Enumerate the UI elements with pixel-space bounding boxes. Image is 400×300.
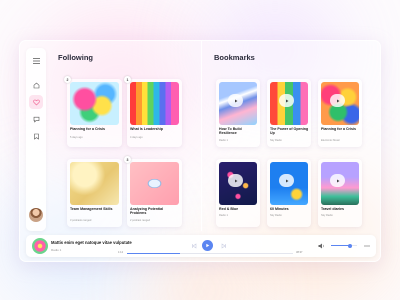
sidebar: [26, 48, 46, 231]
card-title: Planning for a Crisis: [321, 127, 356, 131]
volume-icon[interactable]: [316, 240, 327, 251]
volume-slider[interactable]: [331, 243, 357, 248]
elapsed-time: 1:12: [118, 251, 124, 254]
play-icon[interactable]: [228, 174, 243, 187]
track-artist: Radio 1: [51, 248, 62, 252]
play-icon[interactable]: [279, 94, 294, 107]
play-icon[interactable]: [228, 94, 243, 107]
card-thumbnail: [130, 162, 179, 205]
progress-bar[interactable]: [127, 252, 293, 254]
card-subtitle: Sky Radio: [270, 139, 282, 142]
bookmark-card[interactable]: Planning for a Crisis Electronic Music: [318, 79, 362, 147]
card-badge: 2: [64, 76, 71, 83]
app-window: Following 2 Planning for a Crisis 5 days…: [19, 40, 381, 262]
bookmark-card[interactable]: How To Build Resilience Radio 1: [216, 79, 260, 147]
card-title: What Is Leadership: [130, 127, 163, 131]
progress-fill: [127, 252, 181, 254]
bookmark-card[interactable]: 60 Minutes Sky Radio: [267, 159, 311, 227]
card-subtitle: Radio 1: [219, 139, 228, 142]
card-subtitle: 5 days ago: [70, 136, 83, 139]
next-icon[interactable]: [218, 240, 229, 251]
following-card[interactable]: Team Management Skills 3 podcasts ranged: [67, 159, 122, 227]
card-title: Travel diaries: [321, 207, 344, 211]
card-title: The Power of Opening Up: [270, 127, 309, 136]
card-thumbnail: [70, 82, 119, 125]
bookmarks-title: Bookmarks: [214, 53, 255, 62]
card-title: Planning for a Crisis: [70, 127, 105, 131]
bookmark-icon[interactable]: [29, 129, 43, 143]
card-thumbnail: [70, 162, 119, 205]
user-avatar[interactable]: [29, 208, 43, 222]
following-card[interactable]: 3 Analyzing Potential Problems 2 podcast…: [124, 156, 182, 227]
panel-divider: [201, 41, 202, 231]
track-title: Mattis enim eget natoque vitae vulputate: [51, 240, 132, 245]
more-options-icon[interactable]: [361, 240, 372, 251]
card-subtitle: Sky Radio: [270, 214, 282, 217]
following-card[interactable]: 1 What Is Leadership 4 days ago: [124, 76, 182, 147]
card-title: 60 Minutes: [270, 207, 289, 211]
play-icon[interactable]: [279, 174, 294, 187]
card-subtitle: 4 days ago: [130, 136, 143, 139]
play-icon[interactable]: [330, 174, 345, 187]
following-title: Following: [58, 53, 93, 62]
menu-icon[interactable]: [29, 54, 43, 68]
following-card[interactable]: 2 Planning for a Crisis 5 days ago: [64, 76, 122, 147]
card-subtitle: Radio 1: [219, 214, 228, 217]
bookmark-card[interactable]: Red & Blue Radio 1: [216, 159, 260, 227]
player-bar: Mattis enim eget natoque vitae vulputate…: [26, 235, 376, 257]
card-subtitle: Electronic Music: [321, 139, 340, 142]
bookmark-card[interactable]: The Power of Opening Up Sky Radio: [267, 79, 311, 147]
card-title: How To Build Resilience: [219, 127, 242, 136]
card-subtitle: Sky Radio: [321, 214, 333, 217]
track-artwork: [32, 238, 48, 254]
play-icon[interactable]: [330, 94, 345, 107]
play-pause-button[interactable]: [202, 240, 213, 251]
volume-fill: [331, 245, 350, 246]
card-thumbnail: [130, 82, 179, 125]
volume-handle[interactable]: [347, 243, 352, 248]
card-badge: 1: [124, 76, 131, 83]
card-title: Analyzing Potential Problems: [130, 207, 164, 216]
previous-icon[interactable]: [188, 240, 199, 251]
card-badge: 3: [124, 156, 131, 163]
heart-icon[interactable]: [29, 95, 43, 109]
home-icon[interactable]: [29, 78, 43, 92]
card-title: Team Management Skills: [70, 207, 113, 211]
card-subtitle: 2 podcast ranged: [130, 219, 151, 222]
bookmark-card[interactable]: Travel diaries Sky Radio: [318, 159, 362, 227]
card-subtitle: 3 podcasts ranged: [70, 219, 92, 222]
chat-icon[interactable]: [29, 112, 43, 126]
card-title: Red & Blue: [219, 207, 239, 211]
total-duration: 38:37: [296, 251, 303, 254]
